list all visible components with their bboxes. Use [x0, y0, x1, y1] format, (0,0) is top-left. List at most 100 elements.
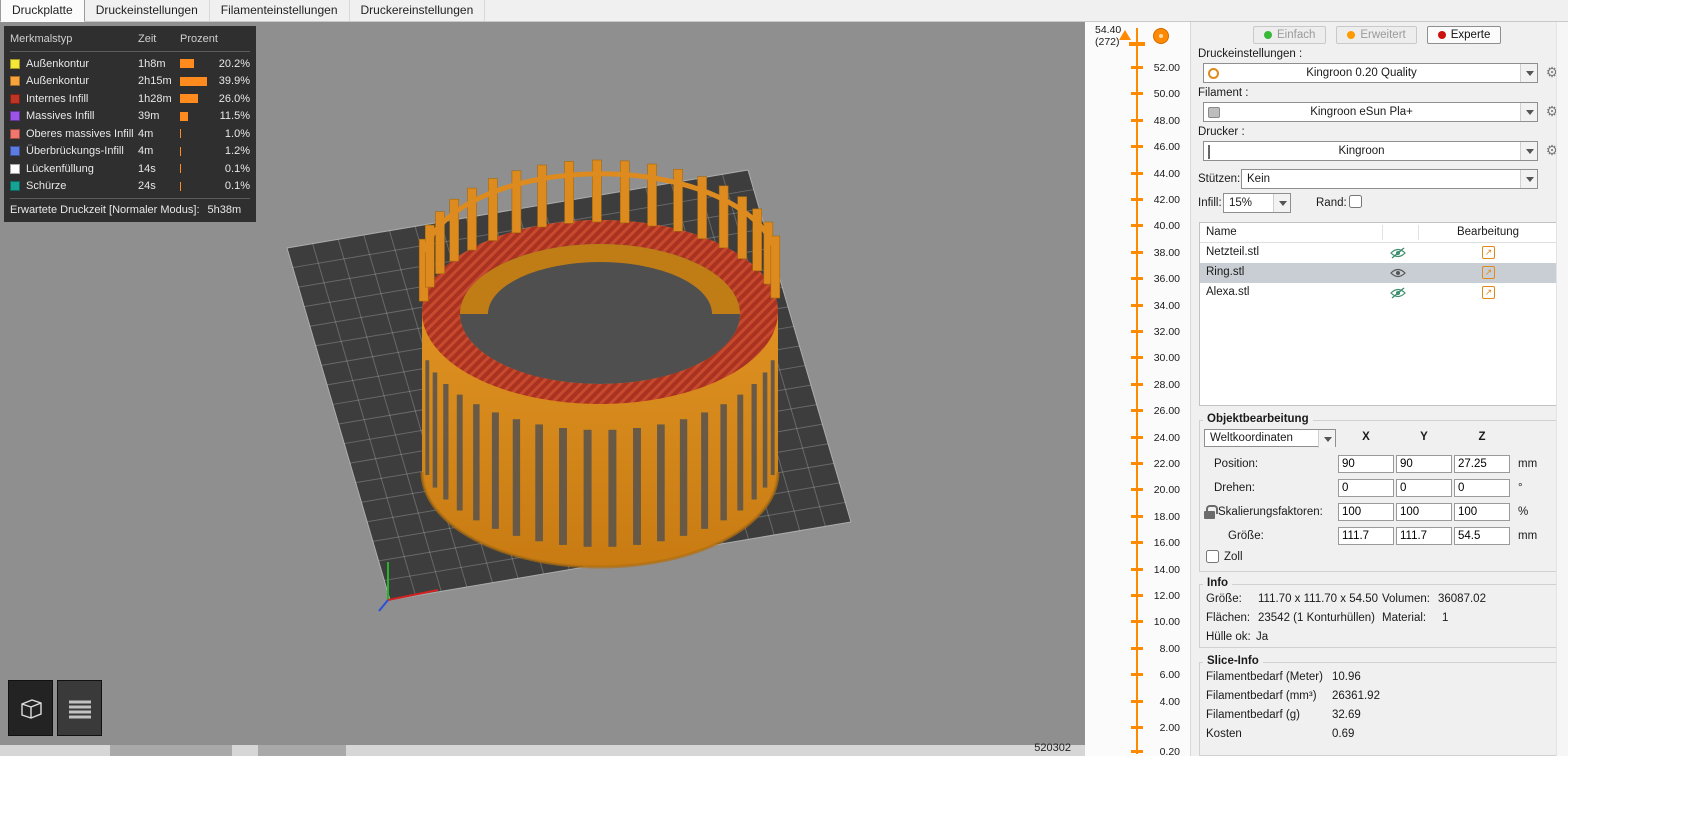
- uniform-scale-lock-icon[interactable]: [1204, 505, 1218, 519]
- tab-druckplatte[interactable]: Druckplatte: [0, 0, 85, 22]
- position-x-field[interactable]: [1338, 455, 1394, 473]
- size-x-field[interactable]: [1338, 527, 1394, 545]
- legend-divider: [10, 198, 250, 199]
- tick-mark-icon: [1131, 198, 1143, 201]
- object-list-header: Name Bearbeitung: [1200, 223, 1556, 243]
- view-3d-button[interactable]: [8, 680, 53, 736]
- feature-label: Internes Infill: [26, 92, 89, 105]
- eye-hidden-icon[interactable]: [1390, 287, 1406, 302]
- ruler-tick: 48.00: [1085, 115, 1190, 127]
- info-section: Info Größe: 111.70 x 111.70 x 54.50 Volu…: [1199, 577, 1557, 648]
- position-unit: mm: [1518, 458, 1538, 470]
- scale-y-field[interactable]: [1396, 503, 1452, 521]
- print-settings-combo[interactable]: Kingroon 0.20 Quality: [1203, 63, 1538, 83]
- rotate-z-field[interactable]: [1454, 479, 1510, 497]
- tick-label: 6.00: [1159, 669, 1180, 682]
- ruler-tick: 50.00: [1085, 88, 1190, 100]
- coordinate-system-value: Weltkoordinaten: [1210, 432, 1293, 444]
- object-edit-icon[interactable]: ↗: [1482, 246, 1495, 259]
- tick-label: 36.00: [1153, 273, 1180, 286]
- infill-value: 15%: [1229, 197, 1253, 209]
- viewport-3d[interactable]: Merkmalstyp Zeit Prozent Außenkontur 1h8…: [0, 22, 1085, 745]
- position-y-field[interactable]: [1396, 455, 1452, 473]
- rotate-x-field[interactable]: [1338, 479, 1394, 497]
- tick-mark-icon: [1131, 541, 1143, 545]
- size-y-field[interactable]: [1396, 527, 1452, 545]
- size-z-field[interactable]: [1454, 527, 1510, 545]
- feature-bar: [180, 111, 188, 121]
- brim-checkbox[interactable]: [1349, 195, 1362, 208]
- tick-label: 26.00: [1153, 405, 1180, 418]
- eye-hidden-icon[interactable]: [1390, 247, 1406, 262]
- ruler-tick: 44.00: [1085, 168, 1190, 180]
- feature-time: 1h28m: [138, 92, 172, 105]
- scale-x-field[interactable]: [1338, 503, 1394, 521]
- feature-color-swatch: [10, 128, 20, 139]
- mode-switcher: Einfach Erweitert Experte: [1253, 26, 1502, 44]
- layer-slider-range-handle[interactable]: [1129, 42, 1145, 46]
- mode-einfach-button[interactable]: Einfach: [1253, 26, 1327, 44]
- ruler-tick: 24.00: [1085, 432, 1190, 444]
- ruler-tick: 2.00: [1085, 722, 1190, 734]
- panel-scrollbar[interactable]: [1556, 22, 1568, 756]
- tab-druckeinstellungen[interactable]: Druckeinstellungen: [85, 0, 210, 21]
- inches-label: Zoll: [1224, 551, 1243, 563]
- position-z-field[interactable]: [1454, 455, 1510, 473]
- coordinate-system-combo[interactable]: Weltkoordinaten: [1204, 429, 1336, 448]
- estimated-time-value: 5h38m: [207, 204, 242, 216]
- feature-label: Außenkontur: [26, 57, 89, 70]
- feature-percent: 11.5%: [219, 110, 250, 123]
- rotate-unit: °: [1518, 482, 1523, 494]
- view-layers-button[interactable]: [57, 680, 102, 736]
- toolbar-segment[interactable]: [110, 745, 232, 756]
- ruler-tick: 34.00: [1085, 300, 1190, 312]
- scale-z-field[interactable]: [1454, 503, 1510, 521]
- object-row-ring[interactable]: Ring.stl ↗: [1200, 263, 1556, 283]
- printer-combo[interactable]: Kingroon: [1203, 141, 1538, 161]
- object-manipulation-section: Objektbearbeitung Weltkoordinaten X Y Z …: [1199, 413, 1557, 572]
- tab-druckereinstellungen[interactable]: Druckereinstellungen: [350, 0, 486, 21]
- slice-row-value: 10.96: [1332, 671, 1361, 683]
- object-row-netzteil[interactable]: Netzteil.stl ↗: [1200, 243, 1556, 263]
- inches-checkbox[interactable]: [1206, 550, 1219, 563]
- tick-mark-icon: [1131, 92, 1143, 96]
- ruler-tick: 40.00: [1085, 220, 1190, 232]
- tick-mark-icon: [1131, 699, 1143, 703]
- feature-label: Schürze: [26, 180, 67, 193]
- layers-icon: [68, 700, 91, 719]
- column-bearbeitung: Bearbeitung: [1456, 226, 1520, 238]
- info-material-label: Material:: [1382, 612, 1427, 624]
- filament-combo[interactable]: Kingroon eSun Pla+: [1203, 102, 1538, 122]
- legend-header-time: Zeit: [138, 33, 157, 45]
- section-title: Objektbearbeitung: [1203, 413, 1313, 425]
- tab-filamenteinstellungen[interactable]: Filamenteinstellungen: [210, 0, 350, 21]
- mode-experte-button[interactable]: Experte: [1426, 26, 1502, 44]
- print-legend: Merkmalstyp Zeit Prozent Außenkontur 1h8…: [4, 26, 256, 222]
- infill-combo[interactable]: 15%: [1223, 193, 1291, 213]
- feature-time: 2h15m: [138, 75, 172, 88]
- object-row-alexa[interactable]: Alexa.stl ↗: [1200, 283, 1556, 303]
- rotate-y-field[interactable]: [1396, 479, 1452, 497]
- tick-mark-icon: [1131, 303, 1143, 307]
- layer-slider-top-arrow[interactable]: [1119, 30, 1131, 40]
- feature-color-swatch: [10, 181, 20, 192]
- legend-row: Schürze 24s 0.1%: [10, 178, 250, 196]
- info-volume-value: 36087.02: [1438, 593, 1486, 605]
- toolbar-segment[interactable]: [258, 745, 346, 756]
- object-edit-icon[interactable]: ↗: [1482, 286, 1495, 299]
- axis-header-x: X: [1362, 431, 1370, 443]
- ruler-tick: 18.00: [1085, 511, 1190, 523]
- tick-mark-icon: [1131, 118, 1143, 122]
- mode-erweitert-button[interactable]: Erweitert: [1336, 26, 1417, 44]
- tick-label: 22.00: [1153, 458, 1180, 470]
- position-label: Position:: [1214, 458, 1259, 470]
- supports-combo[interactable]: Kein: [1241, 169, 1538, 189]
- object-edit-icon[interactable]: ↗: [1482, 266, 1495, 279]
- layer-slider-knob[interactable]: [1153, 28, 1169, 44]
- model-ring[interactable]: [418, 159, 781, 569]
- eye-visible-icon[interactable]: [1390, 267, 1406, 282]
- tick-label: 52.00: [1153, 62, 1180, 74]
- tick-mark-icon: [1131, 330, 1143, 333]
- legend-divider: [10, 51, 250, 52]
- feature-time: 39m: [138, 110, 160, 123]
